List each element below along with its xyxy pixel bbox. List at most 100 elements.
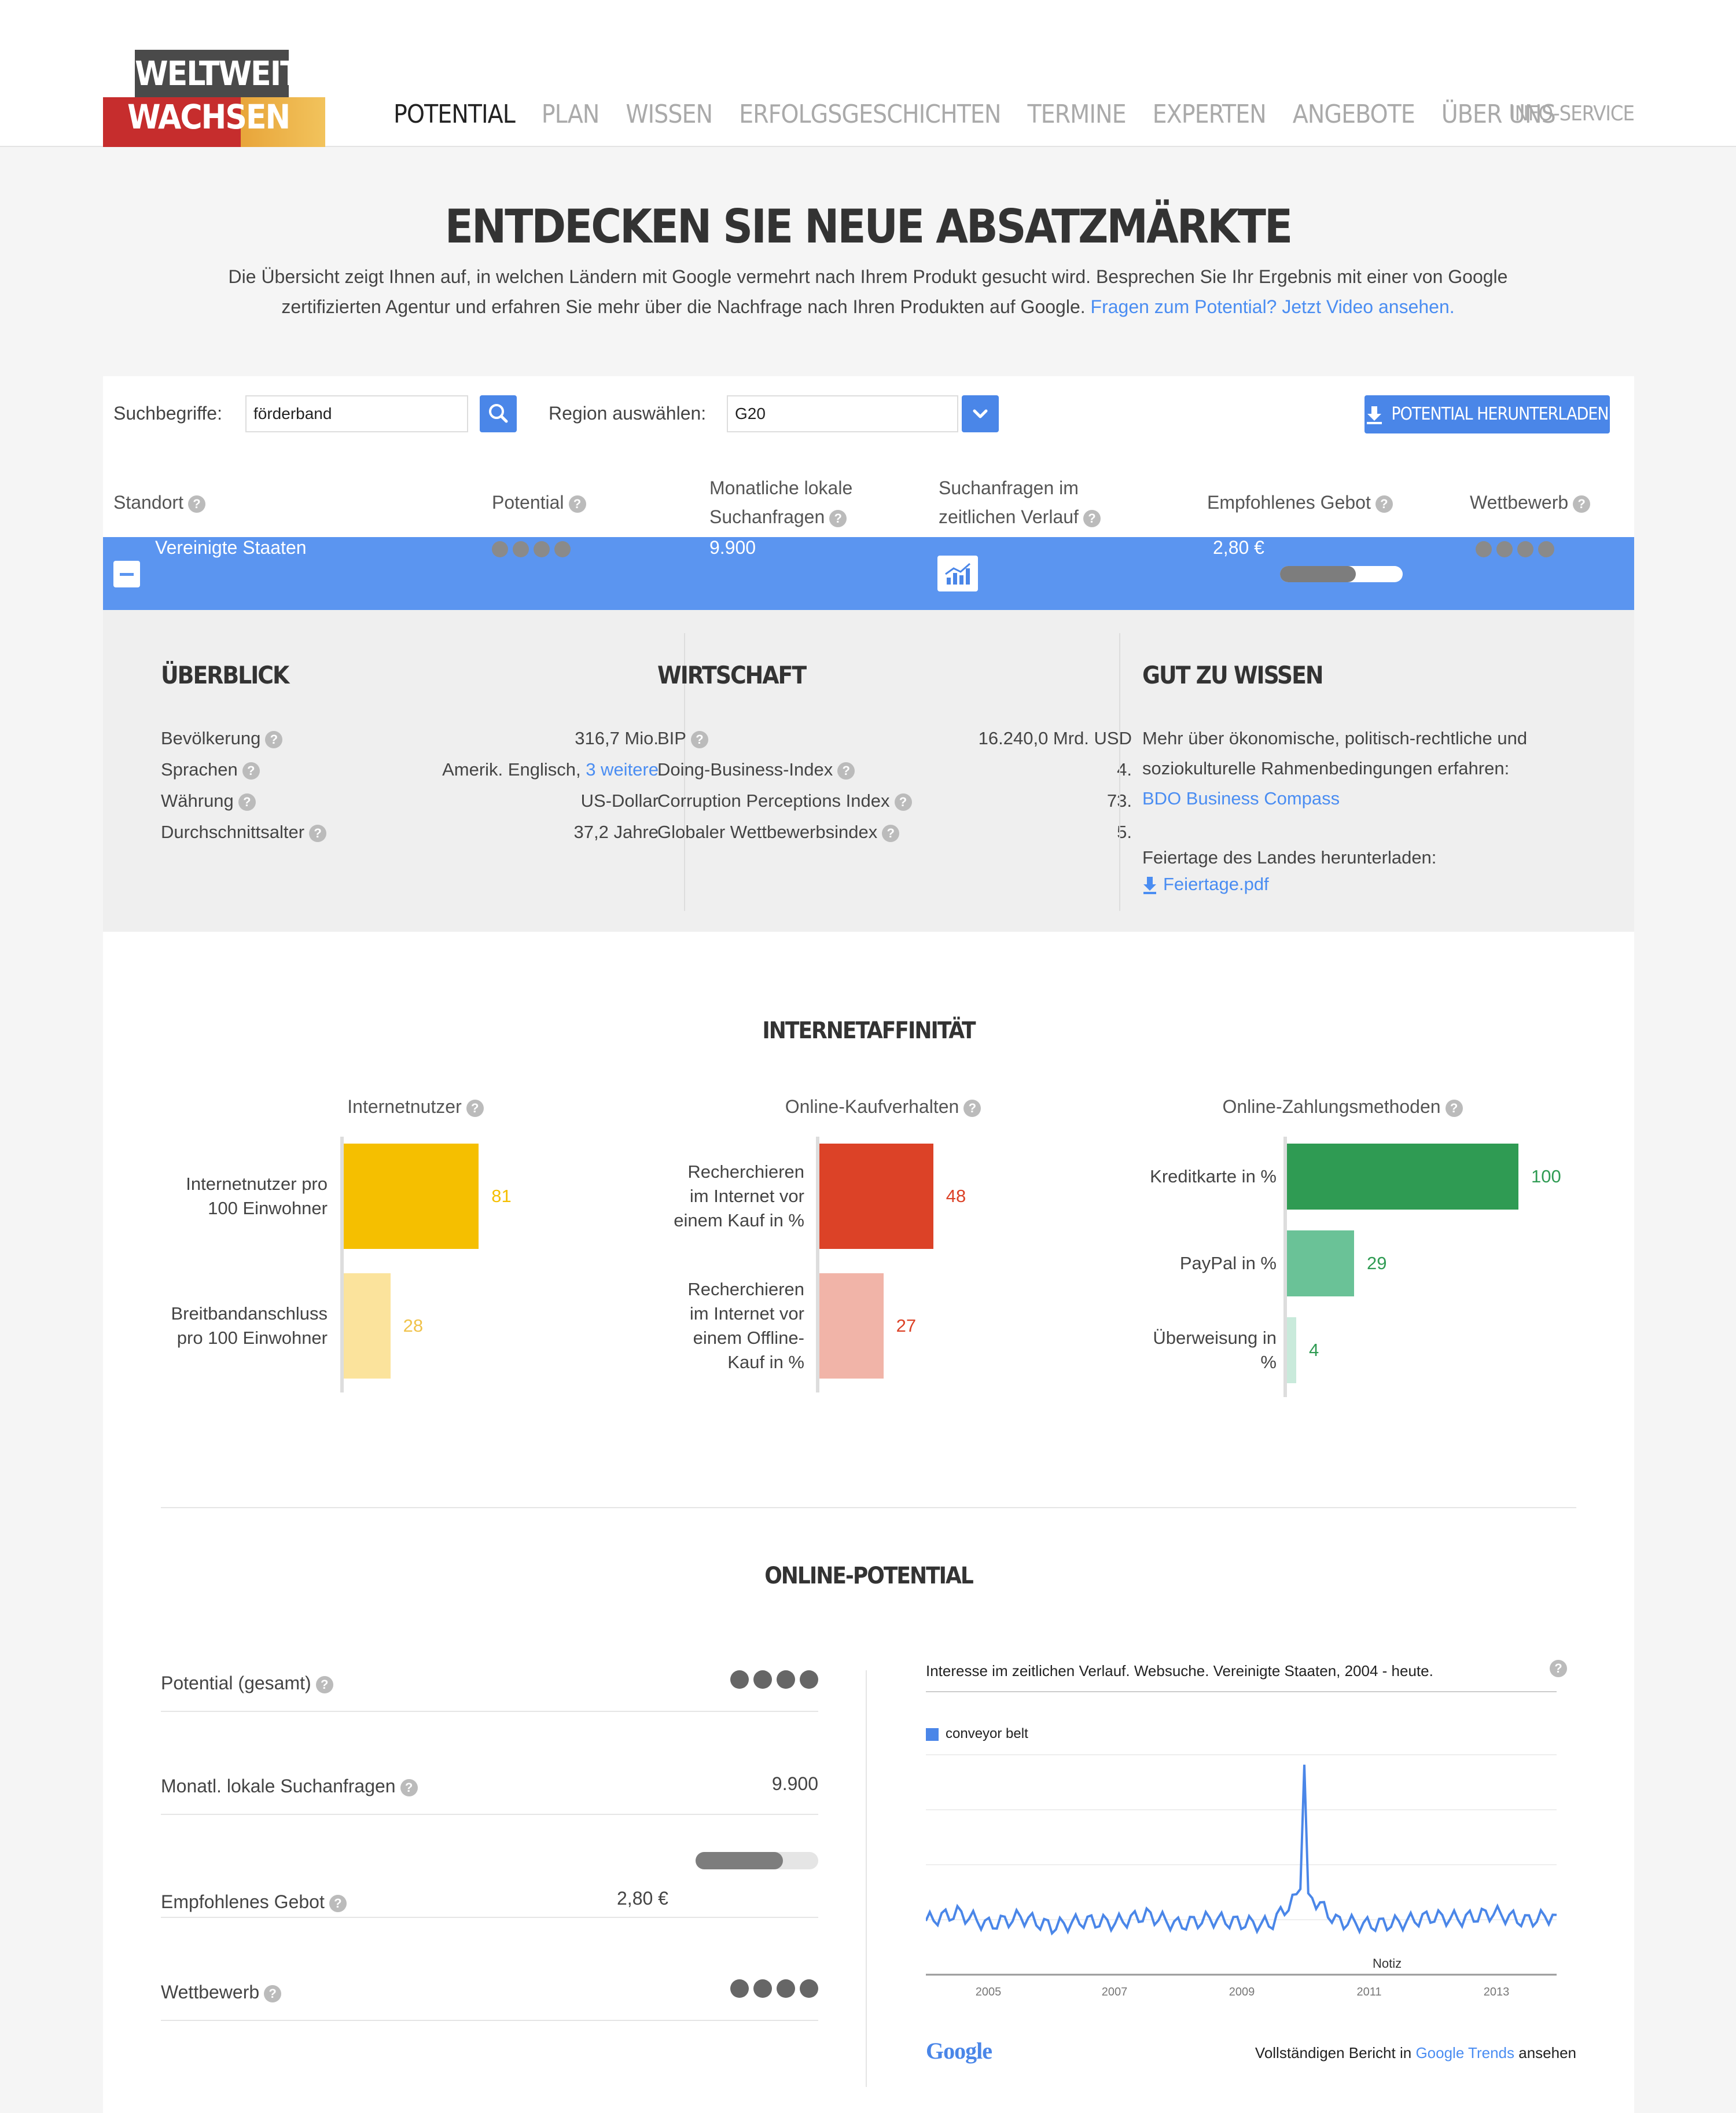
potential-dot (753, 1670, 772, 1689)
nav-experten[interactable]: EXPERTEN (1153, 100, 1267, 129)
table-row[interactable]: Vereinigte Staaten 9.900 2,80 € (103, 537, 1634, 610)
competitiveness-label: Globaler Wettbewerbsindex (657, 822, 878, 842)
google-trends-link[interactable]: Google Trends (1415, 2044, 1514, 2061)
bar-value-label: 4 (1309, 1340, 1319, 1360)
help-icon[interactable]: ? (1375, 495, 1393, 513)
bid-meter (1280, 566, 1403, 582)
region-select[interactable]: G20 (727, 395, 958, 432)
potential-dot (800, 1670, 818, 1689)
collapse-icon[interactable] (113, 561, 140, 587)
bar-label-line: Überweisung in (1153, 1328, 1277, 1348)
nav-potential[interactable]: POTENTIAL (393, 100, 516, 129)
help-icon[interactable]: ? (1550, 1660, 1567, 1677)
col-standort-label: Standort (113, 492, 183, 513)
economy-title: WIRTSCHAFT (657, 661, 807, 689)
col-trend[interactable]: Suchanfragen im zeitlichen Verlauf? (939, 473, 1101, 531)
nav-plan[interactable]: PLAN (542, 100, 600, 129)
col-bid[interactable]: Empfohlenes Gebot? (1207, 488, 1393, 517)
op-potential-label: Potential (gesamt)? (161, 1673, 333, 1694)
page-title: ENTDECKEN SIE NEUE ABSATZMÄRKTE (444, 200, 1293, 253)
info-service-link[interactable]: INFO-SERVICE (1510, 102, 1635, 126)
potential-dot (777, 1670, 795, 1689)
help-icon[interactable]: ? (265, 730, 283, 748)
main-nav: POTENTIAL PLAN WISSEN ERFOLGSGESCHICHTEN… (393, 100, 1582, 129)
help-icon[interactable]: ? (315, 1675, 333, 1693)
corruption-label: Corruption Perceptions Index (657, 791, 890, 811)
search-input[interactable]: förderband (245, 395, 468, 432)
bar-label-line: Recherchieren (687, 1162, 804, 1182)
help-icon[interactable]: ? (882, 824, 900, 842)
help-icon[interactable]: ? (466, 1099, 484, 1117)
help-icon[interactable]: ? (1573, 495, 1591, 513)
download-icon (1367, 406, 1382, 424)
help-icon[interactable]: ? (187, 495, 205, 513)
chart-title-text: Online-Kaufverhalten (785, 1096, 959, 1117)
bar-label-line: Internetnutzer pro (186, 1174, 328, 1194)
bar-label-line: im Internet vor (689, 1186, 804, 1206)
bar-value-label: 81 (491, 1186, 512, 1206)
region-dropdown-button[interactable] (962, 395, 999, 432)
languages-label: Sprachen (161, 759, 238, 780)
good-to-know-section: GUT ZU WISSEN Mehr über ökonomische, pol… (1142, 610, 1582, 932)
logo[interactable]: WELTWEIT WACHSEN (103, 50, 325, 147)
nav-erfolgsgeschichten[interactable]: ERFOLGSGESCHICHTEN (739, 100, 1001, 129)
col-standort[interactable]: Standort? (113, 488, 205, 517)
bar-label-line: Kauf in % (727, 1352, 804, 1372)
nav-termine[interactable]: TERMINE (1028, 100, 1127, 129)
search-toolbar: Suchbegriffe: förderband Region auswähle… (103, 376, 1634, 451)
good-to-know-text-1: Mehr über ökonomische, politisch-rechtli… (1142, 728, 1528, 748)
help-icon[interactable]: ? (894, 793, 912, 811)
chart-bar (1287, 1230, 1354, 1296)
op-monthly-value: 9.900 (771, 1773, 818, 1794)
divider (866, 1670, 867, 2087)
overview-value-age: 37,2 Jahre (573, 822, 659, 842)
overview-value-currency: US-Dollar (580, 791, 659, 811)
overview-label-languages: Sprachen? (161, 759, 260, 780)
help-icon[interactable]: ? (329, 1894, 347, 1912)
help-icon[interactable]: ? (400, 1778, 418, 1796)
logo-bottom-block: WACHSEN (103, 97, 325, 147)
nav-wissen[interactable]: WISSEN (626, 100, 713, 129)
trends-title-rule (926, 1691, 1557, 1692)
download-potential-button[interactable]: POTENTIAL HERUNTERLADEN (1364, 395, 1610, 433)
help-icon[interactable]: ? (238, 793, 256, 811)
overview-label-population: Bevölkerung? (161, 728, 283, 749)
potential-dot (554, 541, 571, 557)
help-icon[interactable]: ? (829, 509, 847, 527)
trends-footer-pre: Vollständigen Bericht in (1255, 2044, 1412, 2061)
competition-dot (753, 1979, 772, 1998)
intro-video-link[interactable]: Fragen zum Potential? Jetzt Video ansehe… (1091, 296, 1455, 317)
economy-value-gdp: 16.240,0 Mrd. USD (978, 728, 1132, 748)
help-icon[interactable]: ? (690, 730, 708, 748)
languages-more-link[interactable]: 3 weitere (586, 759, 659, 780)
nav-angebote[interactable]: ANGEBOTE (1293, 100, 1415, 129)
search-button[interactable] (480, 395, 517, 432)
trend-chart-icon[interactable] (937, 556, 978, 591)
help-icon[interactable]: ? (309, 824, 327, 842)
help-icon[interactable]: ? (568, 495, 586, 513)
col-monthly[interactable]: Monatliche lokale Suchanfragen? (709, 473, 852, 531)
help-icon[interactable]: ? (1445, 1099, 1463, 1117)
help-icon[interactable]: ? (264, 1985, 282, 2002)
holidays-pdf-link[interactable]: Feiertage.pdf (1142, 874, 1269, 895)
op-competition-label: Wettbewerb? (161, 1982, 282, 2003)
main-panel: Suchbegriffe: förderband Region auswähle… (103, 376, 1634, 2113)
col-potential[interactable]: Potential? (492, 488, 586, 517)
chart-bar (1287, 1317, 1296, 1383)
economy-label-doing-business: Doing-Business-Index? (657, 759, 855, 780)
chart-bar (819, 1273, 884, 1379)
languages-value: Amerik. Englisch, (442, 759, 581, 780)
help-icon[interactable]: ? (963, 1099, 981, 1117)
overview-label-currency: Währung? (161, 791, 256, 811)
bdo-compass-link[interactable]: BDO Business Compass (1142, 788, 1340, 809)
op-row-bid: Empfohlenes Gebot? 2,80 € (161, 1852, 818, 1918)
col-competition-label: Wettbewerb (1470, 492, 1569, 513)
population-label: Bevölkerung (161, 728, 261, 748)
help-icon[interactable]: ? (1083, 509, 1101, 527)
op-competition-text: Wettbewerb (161, 1982, 260, 2002)
op-bid-text: Empfohlenes Gebot (161, 1891, 325, 1912)
potential-dot (730, 1670, 749, 1689)
help-icon[interactable]: ? (837, 762, 855, 780)
col-competition[interactable]: Wettbewerb? (1470, 488, 1591, 517)
help-icon[interactable]: ? (242, 762, 260, 780)
